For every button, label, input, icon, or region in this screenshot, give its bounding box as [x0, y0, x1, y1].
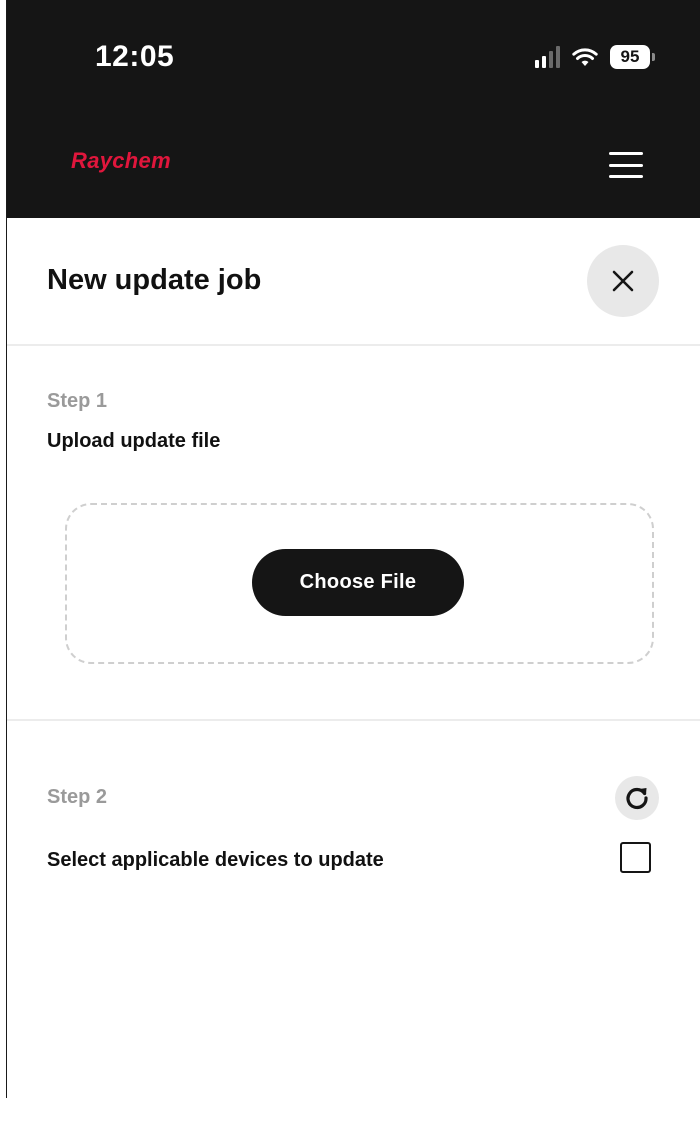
hamburger-icon[interactable] [609, 152, 643, 178]
select-devices-checkbox[interactable] [620, 842, 651, 873]
step-1-label: Step 1 [47, 390, 108, 412]
step-2-label: Step 2 [47, 786, 108, 808]
choose-file-button[interactable]: Choose File [252, 549, 464, 616]
title-row: New update job [7, 218, 700, 346]
status-icons: 95 [535, 45, 655, 69]
app-screen: 12:05 95 Raychem New update job Step 1 U… [6, 0, 700, 1098]
battery-level: 95 [610, 45, 650, 69]
close-icon [612, 270, 634, 292]
close-button[interactable] [587, 245, 659, 317]
step-2-description: Select applicable devices to update [47, 849, 384, 871]
app-header: Raychem [7, 110, 700, 218]
step-1-description: Upload update file [47, 430, 221, 452]
status-time: 12:05 [95, 40, 175, 73]
status-bar: 12:05 95 [7, 0, 700, 110]
refresh-button[interactable] [615, 776, 659, 820]
battery-icon: 95 [610, 45, 655, 69]
section-divider [7, 719, 700, 721]
page-title: New update job [47, 264, 262, 296]
refresh-icon [626, 787, 648, 810]
wifi-icon [572, 48, 598, 66]
cellular-signal-icon [535, 46, 560, 68]
raychem-logo: Raychem [71, 148, 171, 173]
